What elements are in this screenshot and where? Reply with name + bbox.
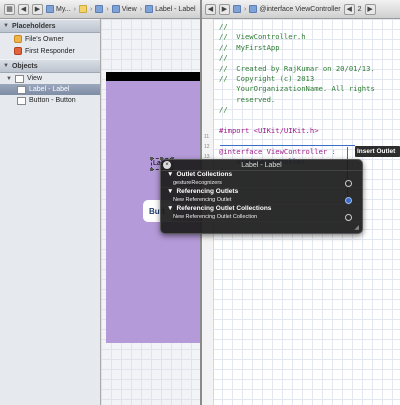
hud-section-referencing-outlet-collections[interactable]: ▼ Referencing Outlet Collections — [161, 205, 362, 213]
disclosure-triangle-icon[interactable]: ▼ — [3, 63, 9, 69]
connection-circle-icon[interactable] — [345, 197, 352, 204]
connection-circle-icon[interactable] — [345, 180, 352, 187]
hud-section-title: Outlet Collections — [176, 171, 233, 178]
insert-outlet-tooltip: Insert Outlet — [355, 146, 400, 157]
section-title: Placeholders — [11, 22, 56, 30]
placeholders-header[interactable]: ▼ Placeholders — [0, 19, 100, 33]
disclosure-triangle-icon[interactable]: ▼ — [6, 76, 12, 82]
header-file-icon — [233, 5, 241, 13]
first-responder-icon — [14, 47, 22, 55]
insertion-indicator — [220, 145, 355, 146]
outline-item-button[interactable]: Button - Button — [0, 95, 100, 106]
button-icon — [17, 96, 26, 105]
outline-item-label: Button - Button — [29, 97, 76, 104]
hud-row-label: gestureRecognizers — [173, 180, 222, 186]
outline-item-view[interactable]: ▼ View — [0, 73, 100, 84]
view-icon — [14, 74, 24, 83]
code-line[interactable]: reserved. — [219, 95, 399, 105]
line-number: 11 — [204, 134, 210, 140]
jump-segment-label: @interface ViewController — [259, 5, 341, 13]
code-line[interactable] — [219, 116, 399, 126]
outline-item-first-responder[interactable]: First Responder — [0, 45, 100, 57]
jump-segment-label: View — [121, 5, 137, 13]
disclosure-triangle-icon[interactable]: ▼ — [167, 188, 173, 196]
code-line[interactable]: #import <UIKit/UIKit.h> — [219, 126, 399, 136]
jump-segment-label: Label - Label — [155, 5, 196, 13]
hud-title-bar: × Label - Label — [161, 160, 362, 171]
resize-handle[interactable] — [150, 168, 153, 171]
counterpart-count: 2 — [357, 5, 362, 13]
jump-segment-interface[interactable]: @interface ViewController — [249, 5, 341, 13]
hud-row-label: New Referencing Outlet Collection — [173, 214, 258, 220]
disclosure-triangle-icon[interactable]: ▼ — [167, 171, 173, 179]
previous-arrow-icon[interactable]: ◀ — [343, 3, 355, 15]
chevron-right-icon: › — [73, 5, 76, 13]
disclosure-triangle-icon[interactable]: ▼ — [3, 23, 9, 29]
outline-item-files-owner[interactable]: File's Owner — [0, 33, 100, 45]
hud-row-new-referencing-outlet[interactable]: New Referencing Outlet — [161, 196, 362, 205]
outline-item-label: Label - Label — [29, 86, 70, 93]
folder-icon — [79, 5, 87, 13]
code-jump-bar: ◀ ▶ › @interface ViewController ◀ 2 ▶ — [201, 0, 400, 19]
back-arrow-icon[interactable]: ◀ — [18, 3, 29, 15]
view-icon — [111, 5, 120, 13]
grid-icon[interactable]: ▦ — [4, 3, 15, 15]
label-icon — [17, 85, 26, 94]
tooltip-text: Insert Outlet — [357, 148, 396, 155]
disclosure-triangle-icon[interactable]: ▼ — [167, 205, 173, 213]
interface-icon — [249, 5, 258, 13]
label-icon — [145, 5, 154, 13]
hud-section-outlet-collections[interactable]: ▼ Outlet Collections — [161, 171, 362, 179]
jump-segment-project[interactable]: My... — [46, 5, 71, 13]
hud-row-new-referencing-outlet-collection[interactable]: New Referencing Outlet Collection — [161, 213, 362, 222]
line-number: 12 — [204, 144, 210, 150]
outline-item-label: File's Owner — [25, 35, 64, 43]
jump-segment-header[interactable] — [233, 5, 241, 13]
hud-title: Label - Label — [241, 162, 282, 169]
hud-section-title: Referencing Outlets — [176, 188, 239, 195]
outline-item-label: First Responder — [25, 47, 75, 55]
section-title: Objects — [11, 62, 38, 70]
next-arrow-icon[interactable]: ▶ — [364, 3, 376, 15]
ib-jump-bar: ▦ ◀ ▶ My... › › › View › Label - Label — [0, 0, 201, 19]
forward-arrow-icon[interactable]: ▶ — [219, 3, 230, 15]
xib-file-icon — [95, 5, 104, 13]
jump-segment-folder[interactable] — [79, 5, 87, 13]
code-line[interactable]: // MyFirstApp — [219, 43, 399, 53]
code-line[interactable]: // — [219, 53, 399, 63]
jump-segment-label-item[interactable]: Label - Label — [145, 5, 196, 13]
outline-item-label: View — [26, 75, 42, 82]
code-line[interactable]: // Created by RajKumar on 20/01/13. — [219, 64, 399, 74]
close-icon[interactable]: × — [163, 161, 171, 169]
connection-circle-icon[interactable] — [345, 214, 352, 221]
hud-section-title: Referencing Outlet Collections — [176, 205, 272, 212]
hud-section-referencing-outlets[interactable]: ▼ Referencing Outlets — [161, 188, 362, 196]
code-line[interactable]: // — [219, 105, 399, 115]
chevron-right-icon: › — [244, 5, 247, 13]
forward-arrow-icon[interactable]: ▶ — [32, 3, 43, 15]
outline-item-label-label[interactable]: Label - Label — [0, 84, 100, 95]
chevron-right-icon: › — [106, 5, 109, 13]
chevron-right-icon: › — [139, 5, 143, 13]
resize-handle[interactable] — [150, 157, 153, 160]
jump-segment-view[interactable]: View — [111, 5, 137, 13]
code-line[interactable]: YourOrganizationName. All rights — [219, 84, 399, 94]
files-owner-icon — [14, 35, 22, 43]
document-outline: ▼ Placeholders File's Owner First Respon… — [0, 19, 101, 405]
code-line[interactable]: // Copyright (c) 2013 — [219, 74, 399, 84]
code-line[interactable]: // ViewController.h — [219, 32, 399, 42]
chevron-right-icon: › — [90, 5, 93, 13]
hud-row-gesture-recognizers[interactable]: gestureRecognizers — [161, 179, 362, 188]
jump-segment-label: My... — [56, 5, 71, 13]
hud-row-label: New Referencing Outlet — [173, 197, 232, 203]
resize-grip-icon[interactable]: ◢ — [354, 224, 359, 231]
project-icon — [46, 5, 54, 13]
back-arrow-icon[interactable]: ◀ — [205, 3, 216, 15]
objects-header[interactable]: ▼ Objects — [0, 59, 100, 73]
connections-hud: × Label - Label ▼ Outlet Collections gest… — [160, 159, 363, 234]
jump-segment-file[interactable] — [95, 5, 104, 13]
code-line[interactable]: // — [219, 22, 399, 32]
simulated-status-bar — [106, 72, 200, 81]
